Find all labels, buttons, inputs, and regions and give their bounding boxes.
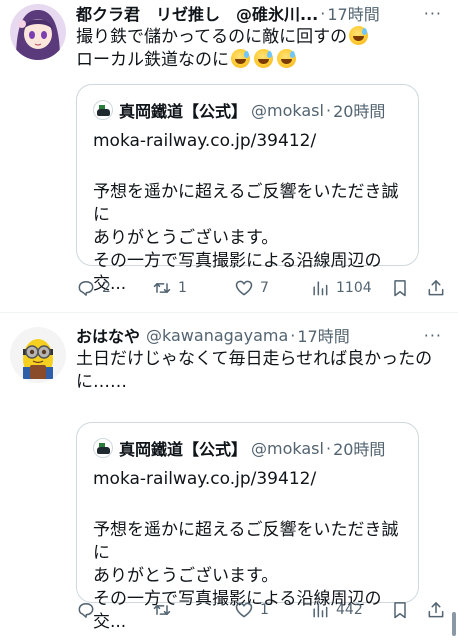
heart-icon xyxy=(235,280,253,296)
quote-handle: @mokasl xyxy=(251,438,324,458)
reply-icon xyxy=(78,281,94,296)
reply-button[interactable] xyxy=(76,598,102,622)
tweet-header: おはなや @kawanagayama · 17時間 xyxy=(76,322,448,348)
avatar[interactable] xyxy=(10,4,66,60)
handle[interactable]: @kawanagayama xyxy=(146,326,288,345)
quote-link[interactable]: moka-railway.co.jp/39412/ xyxy=(93,469,316,489)
heart-icon xyxy=(235,602,253,618)
tweet[interactable]: おはなや @kawanagayama · 17時間 ··· 土日だけじゃなくて毎… xyxy=(0,313,458,640)
quote-text-line: 予想を遥かに超えるご反響をいただき誠に xyxy=(93,182,399,225)
share-button[interactable] xyxy=(426,598,446,622)
sweat-smile-emoji-icon xyxy=(277,49,296,68)
quote-handle: @mokasl xyxy=(251,100,324,120)
timestamp[interactable]: 17時間 xyxy=(327,1,379,25)
tweet-text: 土日だけじゃなくて毎日走らせれば良かったの に…… xyxy=(76,348,448,394)
quoted-tweet[interactable]: 真岡鐵道【公式】 @mokasl · 20時間 moka-railway.co.… xyxy=(76,422,419,632)
view-count: 1104 xyxy=(336,280,372,296)
quote-display-name: 真岡鐵道【公式】 xyxy=(119,102,248,121)
sweat-smile-emoji-icon xyxy=(231,49,250,68)
tweet-actions: 2 1 7 1104 xyxy=(76,276,448,300)
like-button[interactable]: 1 xyxy=(234,598,269,622)
quote-text-line: ありがとうございます。 xyxy=(93,228,279,248)
retweet-icon xyxy=(153,605,171,615)
quote-header: 真岡鐵道【公式】 @mokasl · 20時間 xyxy=(93,99,385,121)
bookmark-button[interactable] xyxy=(390,598,410,622)
tweet-text-line: ローカル鉄道なのに xyxy=(76,50,229,70)
separator: · xyxy=(320,3,326,23)
tweet-text-line: 撮り鉄で儲かってるのに敵に回すの xyxy=(76,27,348,47)
separator: · xyxy=(325,100,332,120)
reply-count: 2 xyxy=(102,280,111,296)
sweat-smile-emoji-icon xyxy=(349,26,369,45)
like-count: 1 xyxy=(260,602,269,618)
tweet[interactable]: 都クラ君 リゼ推し @碓氷川... · 17時間 ··· 撮り鉄で儲かってるのに… xyxy=(0,0,458,312)
avatar[interactable] xyxy=(10,327,66,383)
quote-timestamp: 20時間 xyxy=(333,440,386,459)
more-options-icon[interactable]: ··· xyxy=(424,4,442,23)
retweet-button[interactable] xyxy=(152,598,178,622)
reply-icon xyxy=(78,603,94,618)
quote-header: 真岡鐵道【公式】 @mokasl · 20時間 xyxy=(93,437,385,459)
share-icon xyxy=(428,280,444,296)
tweet-text-line: に…… xyxy=(76,372,127,392)
separator: · xyxy=(325,438,332,458)
bookmark-icon xyxy=(394,280,406,297)
analytics-icon xyxy=(313,281,328,296)
views-button[interactable]: 1104 xyxy=(310,276,372,300)
tweet-text-line: 土日だけじゃなくて毎日走らせれば良かったの xyxy=(76,349,433,369)
quote-avatar xyxy=(93,100,113,120)
separator: · xyxy=(290,325,296,345)
tweet-content: 都クラ君 リゼ推し @碓氷川... · 17時間 ··· 撮り鉄で儲かってるのに… xyxy=(76,0,448,72)
bookmark-icon xyxy=(394,602,406,619)
reply-button[interactable]: 2 xyxy=(76,276,111,300)
quote-display-name: 真岡鐵道【公式】 xyxy=(119,440,248,459)
view-count: 442 xyxy=(336,602,363,618)
timestamp[interactable]: 17時間 xyxy=(297,323,349,347)
tweet-header: 都クラ君 リゼ推し @碓氷川... · 17時間 xyxy=(76,0,448,26)
analytics-icon xyxy=(313,603,328,618)
scrollbar[interactable] xyxy=(452,612,456,636)
quote-link[interactable]: moka-railway.co.jp/39412/ xyxy=(93,131,316,151)
retweet-button[interactable]: 1 xyxy=(152,276,187,300)
views-button[interactable]: 442 xyxy=(310,598,363,622)
more-options-icon[interactable]: ··· xyxy=(424,326,442,345)
display-name[interactable]: おはなや xyxy=(76,323,140,347)
like-count: 7 xyxy=(260,280,269,296)
tweet-actions: 1 442 xyxy=(76,598,448,622)
retweet-count: 1 xyxy=(178,280,187,296)
quote-text-line: 予想を遥かに超えるご反響をいただき誠に xyxy=(93,520,399,563)
share-button[interactable] xyxy=(426,276,446,300)
quote-timestamp: 20時間 xyxy=(333,102,386,121)
share-icon xyxy=(428,602,444,618)
quote-avatar xyxy=(93,438,113,458)
sweat-smile-emoji-icon xyxy=(254,49,273,68)
display-name[interactable]: 都クラ君 リゼ推し @碓氷川... xyxy=(76,1,318,25)
tweet-content: おはなや @kawanagayama · 17時間 ··· 土日だけじゃなくて毎… xyxy=(76,322,448,394)
quoted-tweet[interactable]: 真岡鐵道【公式】 @mokasl · 20時間 moka-railway.co.… xyxy=(76,84,419,294)
quote-text-line: ありがとうございます。 xyxy=(93,566,279,586)
bookmark-button[interactable] xyxy=(390,276,410,300)
tweet-text: 撮り鉄で儲かってるのに敵に回すの ローカル鉄道なのに xyxy=(76,26,448,72)
retweet-icon xyxy=(153,283,171,293)
like-button[interactable]: 7 xyxy=(234,276,269,300)
